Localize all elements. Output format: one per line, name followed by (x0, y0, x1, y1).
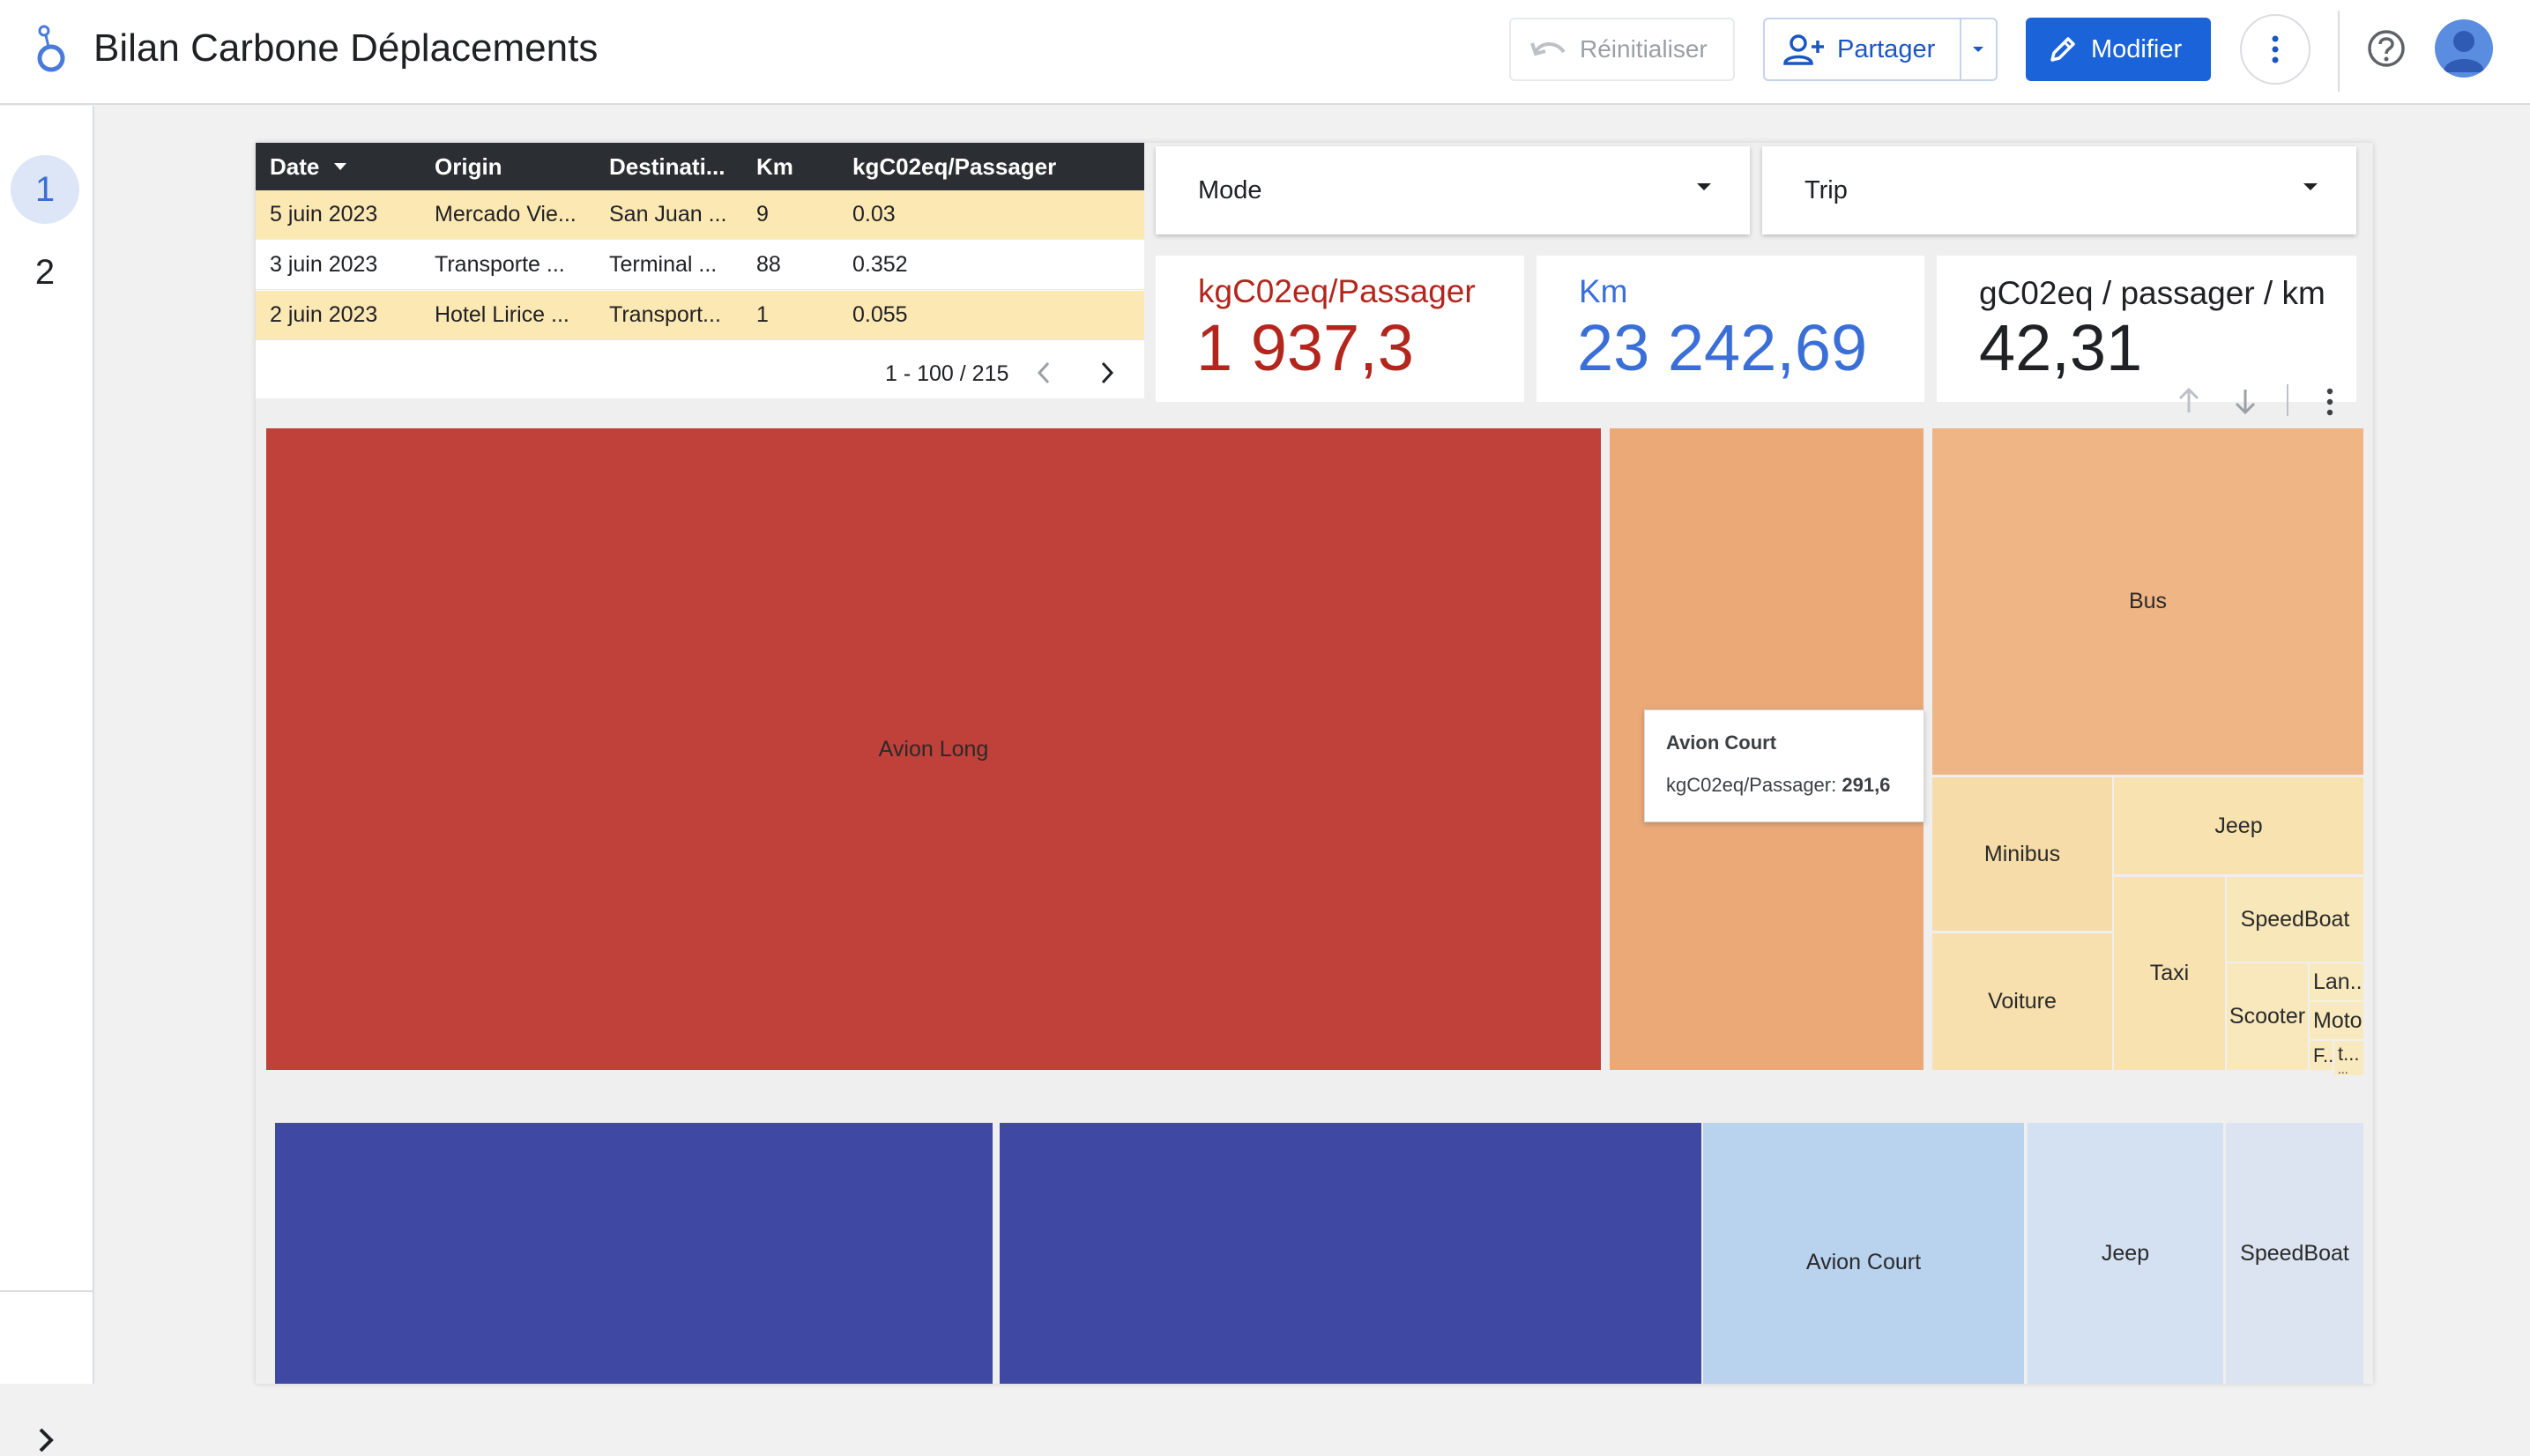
trips-table[interactable]: Date Origin Destinati... Km kgC02eq/Pass… (256, 143, 1144, 398)
pencil-icon (2050, 37, 2075, 62)
toolbar-divider (2287, 384, 2288, 416)
cell-origin: Hotel Lirice ... (435, 302, 569, 327)
table-pagination: 1 - 100 / 215 (256, 347, 1144, 398)
cell-km: 9 (756, 202, 769, 227)
cell-destination: Terminal ... (609, 252, 718, 277)
scorecard-value: 1 937,3 (1196, 311, 1414, 384)
treemap-block[interactable]: Lan... (2310, 963, 2363, 1000)
column-header-km[interactable]: Km (756, 143, 836, 190)
edit-label: Modifier (2091, 34, 2183, 63)
scorecard-value: 42,31 (1979, 311, 2143, 384)
table-row[interactable]: 5 juin 2023 Mercado Vie... San Juan ... … (256, 190, 1144, 240)
scorecard-co2-per-passenger[interactable]: kgC02eq/Passager 1 937,3 (1156, 256, 1524, 402)
chevron-right-icon[interactable] (1095, 360, 1120, 386)
help-icon[interactable] (2366, 28, 2407, 69)
cell-destination: Transport... (609, 302, 721, 327)
scorecard-label: gC02eq / passager / km (1979, 275, 2325, 311)
column-header-co2[interactable]: kgC02eq/Passager (852, 143, 1143, 190)
scorecard-value: 23 242,69 (1577, 311, 1868, 384)
mode-filter-dropdown[interactable]: Mode (1156, 146, 1750, 234)
caret-down-icon (2303, 183, 2318, 190)
table-header: Date Origin Destinati... Km kgC02eq/Pass… (256, 143, 1144, 190)
add-person-icon (1783, 34, 1824, 65)
cell-date: 5 juin 2023 (270, 202, 378, 227)
tooltip-value: 291,6 (1842, 774, 1891, 796)
treemap-block[interactable]: Avion Court (1703, 1123, 2024, 1384)
header-divider (2338, 11, 2340, 92)
looker-studio-logo-icon[interactable] (33, 25, 69, 74)
treemap-block[interactable]: F... (2310, 1041, 2333, 1070)
treemap-block[interactable]: Moto (2310, 1002, 2363, 1039)
user-avatar[interactable] (2435, 19, 2493, 78)
treemap-block[interactable]: ... (2334, 1063, 2363, 1075)
cell-co2: 0.055 (852, 302, 908, 327)
pagination-range: 1 - 100 / 215 (885, 361, 1009, 386)
treemap-block[interactable]: Jeep (2114, 777, 2363, 874)
chevron-left-icon[interactable] (1031, 360, 1056, 386)
scorecard-label: kgC02eq/Passager (1198, 273, 1476, 309)
cell-date: 3 juin 2023 (270, 252, 378, 277)
tooltip-metric: kgC02eq/Passager: (1666, 774, 1837, 796)
cell-km: 1 (756, 302, 769, 327)
cell-date: 2 juin 2023 (270, 302, 378, 327)
chevron-right-icon[interactable] (30, 1424, 62, 1456)
cell-co2: 0.03 (852, 202, 896, 227)
scorecard-km[interactable]: Km 23 242,69 (1537, 256, 1924, 402)
more-vert-icon (2272, 35, 2279, 63)
caret-down-icon (1697, 183, 1711, 190)
treemap-block[interactable]: SpeedBoat (2226, 1123, 2363, 1384)
report-title[interactable]: Bilan Carbone Déplacements (93, 26, 598, 71)
cell-km: 88 (756, 252, 781, 277)
table-row[interactable]: 2 juin 2023 Hotel Lirice ... Transport..… (256, 291, 1144, 340)
share-label: Partager (1837, 34, 1936, 63)
share-button[interactable]: Partager (1763, 18, 1998, 81)
arrow-up-icon[interactable] (2176, 386, 2202, 416)
undo-icon (1530, 42, 1566, 56)
page-2-button[interactable]: 2 (11, 238, 79, 307)
treemap-block[interactable]: Avion Long (266, 428, 1601, 1070)
reset-button[interactable]: Réinitialiser (1509, 18, 1735, 81)
column-header-destination[interactable]: Destinati... (609, 143, 733, 190)
arrow-down-icon[interactable] (2232, 386, 2258, 416)
cell-origin: Transporte ... (435, 252, 565, 277)
app-header: Bilan Carbone Déplacements Réinitialiser… (0, 0, 2530, 105)
scorecard-label: Km (1579, 273, 1628, 309)
treemap-block[interactable]: SpeedBoat (2227, 877, 2363, 962)
treemap-block[interactable]: Bus (1932, 428, 2363, 775)
treemap-tooltip: Avion Court kgC02eq/Passager: 291,6 (1644, 709, 1924, 822)
sidebar-divider (0, 1290, 94, 1292)
edit-button[interactable]: Modifier (2026, 18, 2211, 81)
cell-origin: Mercado Vie... (435, 202, 577, 227)
caret-down-icon (1973, 47, 1984, 52)
filter-label: Mode (1198, 176, 1262, 204)
treemap-block[interactable]: Voiture (1932, 933, 2112, 1070)
table-row[interactable]: 3 juin 2023 Transporte ... Terminal ... … (256, 241, 1144, 290)
cell-co2: 0.352 (852, 252, 908, 277)
cell-destination: San Juan ... (609, 202, 727, 227)
more-vert-icon[interactable] (2325, 388, 2334, 416)
tooltip-metric-line: kgC02eq/Passager: 291,6 (1666, 774, 1890, 797)
trip-filter-dropdown[interactable]: Trip (1762, 146, 2356, 234)
treemap-block[interactable] (275, 1123, 993, 1384)
reset-label: Réinitialiser (1580, 35, 1708, 63)
filter-label: Trip (1804, 176, 1848, 204)
share-options-dropdown[interactable] (1961, 19, 1996, 79)
share-main[interactable]: Partager (1765, 19, 1961, 79)
sort-descending-icon (334, 163, 347, 170)
treemap-block[interactable]: Scooter (2227, 963, 2308, 1070)
tooltip-title: Avion Court (1666, 732, 1777, 754)
page-navigation-sidebar: 1 2 (0, 106, 94, 1452)
more-options-button[interactable] (2240, 14, 2310, 85)
column-header-origin[interactable]: Origin (435, 143, 602, 190)
treemap-block[interactable] (1000, 1123, 1701, 1384)
chart-toolbar (2169, 381, 2345, 420)
column-header-label: Date (270, 152, 320, 180)
treemap-block[interactable]: Taxi (2114, 877, 2225, 1070)
treemap-block[interactable]: Minibus (1932, 777, 2112, 931)
page-1-button[interactable]: 1 (11, 155, 79, 224)
column-header-date[interactable]: Date (270, 143, 428, 190)
person-icon (2444, 31, 2484, 72)
treemap-block[interactable]: Jeep (2028, 1123, 2223, 1384)
